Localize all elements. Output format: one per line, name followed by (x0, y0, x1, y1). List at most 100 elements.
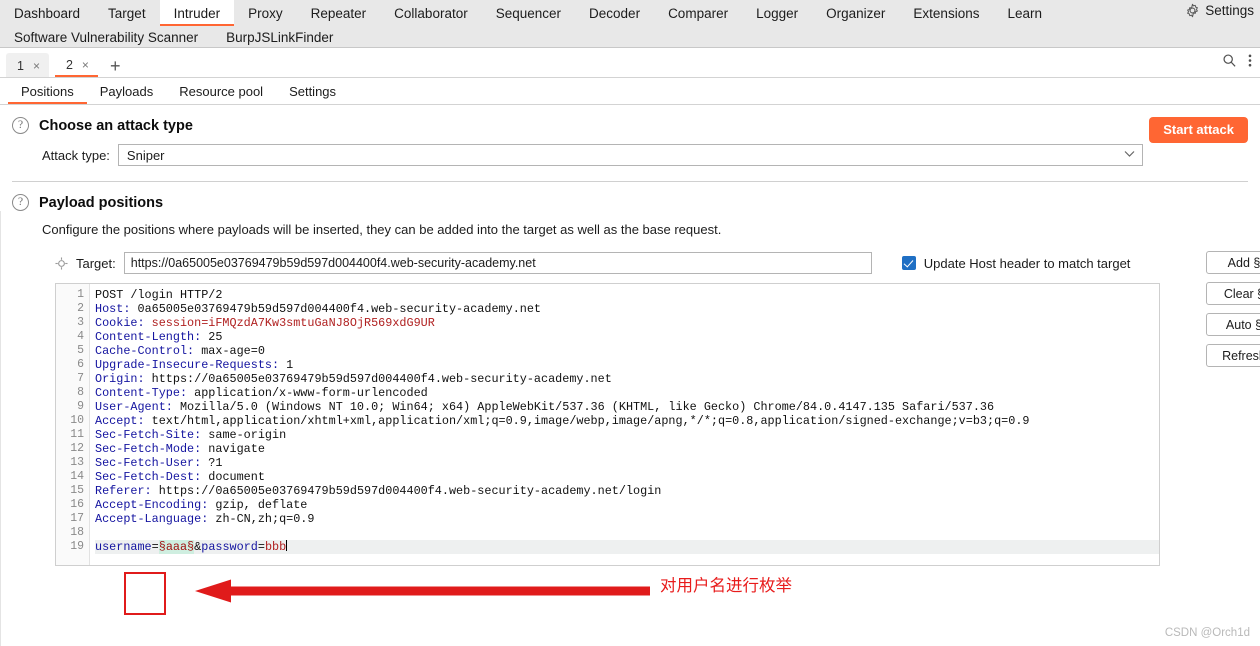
line-number: 7 (77, 372, 84, 385)
tab-payloads[interactable]: Payloads (87, 81, 166, 104)
attack-tab-list: 1 × 2 × (6, 53, 104, 77)
target-input[interactable] (123, 252, 872, 274)
attack-tab-1[interactable]: 1 × (6, 53, 49, 77)
header-value: same-origin (201, 428, 287, 442)
header-name: Content-Length: (95, 330, 202, 344)
request-line: Cache-Control: max-age=0 (95, 344, 1159, 358)
more-vertical-icon[interactable] (1248, 53, 1252, 73)
button-clear[interactable]: Clear § (1206, 282, 1260, 305)
line-number: 19 (70, 540, 84, 553)
line-number: 15 (70, 484, 84, 497)
tab-positions[interactable]: Positions (8, 81, 87, 104)
line-number: 3 (77, 316, 84, 329)
header-name: Accept-Language: (95, 512, 209, 526)
payload-positions-title: Payload positions (39, 194, 164, 211)
header-name: Sec-Fetch-Dest: (95, 470, 202, 484)
annotation-arrow-icon (195, 578, 650, 609)
header-value: document (201, 470, 265, 484)
main-tab-collaborator[interactable]: Collaborator (380, 0, 482, 26)
button-add[interactable]: Add § (1206, 251, 1260, 274)
main-tab-intruder[interactable]: Intruder (159, 0, 235, 26)
attack-tab-actions (1222, 53, 1252, 73)
request-code-area[interactable]: POST /login HTTP/2 Host: 0a65005e03769479… (90, 284, 1159, 565)
header-value: gzip, deflate (208, 498, 308, 512)
line-number: 1 (77, 288, 84, 301)
target-label: Target: (76, 255, 116, 271)
annotation-highlight-box (124, 572, 166, 615)
header-name: Cookie: (95, 316, 145, 330)
attack-type-select[interactable]: Sniper (117, 144, 1143, 166)
request-line: Sec-Fetch-User: ?1 (95, 456, 1159, 470)
payload-marker: §aaa§ (158, 540, 195, 554)
header-name: Sec-Fetch-Site: (95, 428, 202, 442)
attack-tab-label: 1 (17, 58, 24, 73)
help-icon[interactable]: ? (12, 194, 29, 211)
intruder-positions-panel: ? Choose an attack type Start attack Att… (0, 105, 1260, 646)
main-tab-comparer[interactable]: Comparer (654, 0, 742, 26)
gear-icon (1185, 3, 1200, 18)
body-param-value: bbb (264, 540, 287, 554)
header-name: Content-Type: (95, 386, 188, 400)
new-attack-tab-button[interactable]: + (104, 56, 129, 77)
close-icon[interactable]: × (33, 59, 40, 73)
line-number: 17 (70, 512, 84, 525)
header-name: Sec-Fetch-User: (95, 456, 202, 470)
line-number: 16 (70, 498, 84, 511)
line-number: 4 (77, 330, 84, 343)
request-line: Referer: https://0a65005e03769479b59d597… (95, 484, 1159, 498)
request-line: Cookie: session=iFMQzdA7Kw3smtuGaNJ8OjR5… (95, 316, 1159, 330)
main-tab-decoder[interactable]: Decoder (575, 0, 654, 26)
request-line: Sec-Fetch-Mode: navigate (95, 442, 1159, 456)
start-attack-button[interactable]: Start attack (1149, 117, 1248, 143)
header-name: Cache-Control: (95, 344, 195, 358)
update-host-header-label: Update Host header to match target (923, 255, 1131, 271)
header-value: max-age=0 (194, 344, 265, 358)
header-value: 1 (279, 358, 294, 372)
body-separator: = (151, 540, 159, 554)
attack-tab-2[interactable]: 2 × (54, 53, 98, 77)
help-icon[interactable]: ? (12, 117, 29, 134)
main-tab-repeater[interactable]: Repeater (297, 0, 381, 26)
request-line: Upgrade-Insecure-Requests: 1 (95, 358, 1159, 372)
settings-button[interactable]: Settings (1185, 3, 1254, 18)
attack-type-row: Attack type: Sniper (0, 134, 1260, 166)
update-host-header-checkbox[interactable]: Update Host header to match target (901, 255, 1131, 271)
button-auto[interactable]: Auto § (1206, 313, 1260, 336)
header-value: https://0a65005e03769479b59d597d004400f4… (144, 372, 612, 386)
line-number: 8 (77, 386, 84, 399)
tab-settings[interactable]: Settings (276, 81, 349, 104)
request-line (95, 526, 1159, 540)
header-value: application/x-www-form-urlencoded (187, 386, 428, 400)
extension-tab-burpjslinkfinder[interactable]: BurpJSLinkFinder (212, 28, 347, 47)
http-request-editor[interactable]: 1 2 3 4 5 6 7 8 9 10 11 12 13 14 15 16 17 18 19 POST /logi… (55, 283, 1160, 566)
line-number: 13 (70, 456, 84, 469)
payload-positions-heading: ? Payload positions (0, 182, 1260, 211)
main-tab-proxy[interactable]: Proxy (234, 0, 297, 26)
attack-type-value: Sniper (126, 147, 165, 163)
close-icon[interactable]: × (82, 58, 89, 72)
line-number: 14 (70, 470, 84, 483)
main-tab-extensions[interactable]: Extensions (899, 0, 993, 26)
main-tab-learn[interactable]: Learn (993, 0, 1056, 26)
main-tab-logger[interactable]: Logger (742, 0, 812, 26)
main-tab-dashboard[interactable]: Dashboard (0, 0, 94, 26)
request-line: Sec-Fetch-Site: same-origin (95, 428, 1159, 442)
search-icon[interactable] (1222, 53, 1237, 73)
intruder-section-tabs: Positions Payloads Resource pool Settings (0, 78, 1260, 105)
body-separator: = (257, 540, 265, 554)
main-tab-organizer[interactable]: Organizer (812, 0, 899, 26)
annotation-note-text: 对用户名进行枚举 (660, 576, 792, 595)
payload-positions-description: Configure the positions where payloads w… (42, 222, 722, 237)
request-line: User-Agent: Mozilla/5.0 (Windows NT 10.0… (95, 400, 1159, 414)
header-name: Accept: (95, 414, 145, 428)
main-tab-sequencer[interactable]: Sequencer (482, 0, 575, 26)
line-number: 18 (70, 526, 84, 539)
main-tab-target[interactable]: Target (94, 0, 160, 26)
main-toolbar: Dashboard Target Intruder Proxy Repeater Coll… (0, 0, 1260, 48)
line-number: 10 (70, 414, 84, 427)
header-value: 25 (201, 330, 223, 344)
tab-resource-pool[interactable]: Resource pool (166, 81, 276, 104)
extension-tab-software-vulnerability-scanner[interactable]: Software Vulnerability Scanner (0, 28, 212, 47)
button-refresh[interactable]: Refresh (1206, 344, 1260, 367)
chevron-down-icon (1124, 150, 1135, 161)
